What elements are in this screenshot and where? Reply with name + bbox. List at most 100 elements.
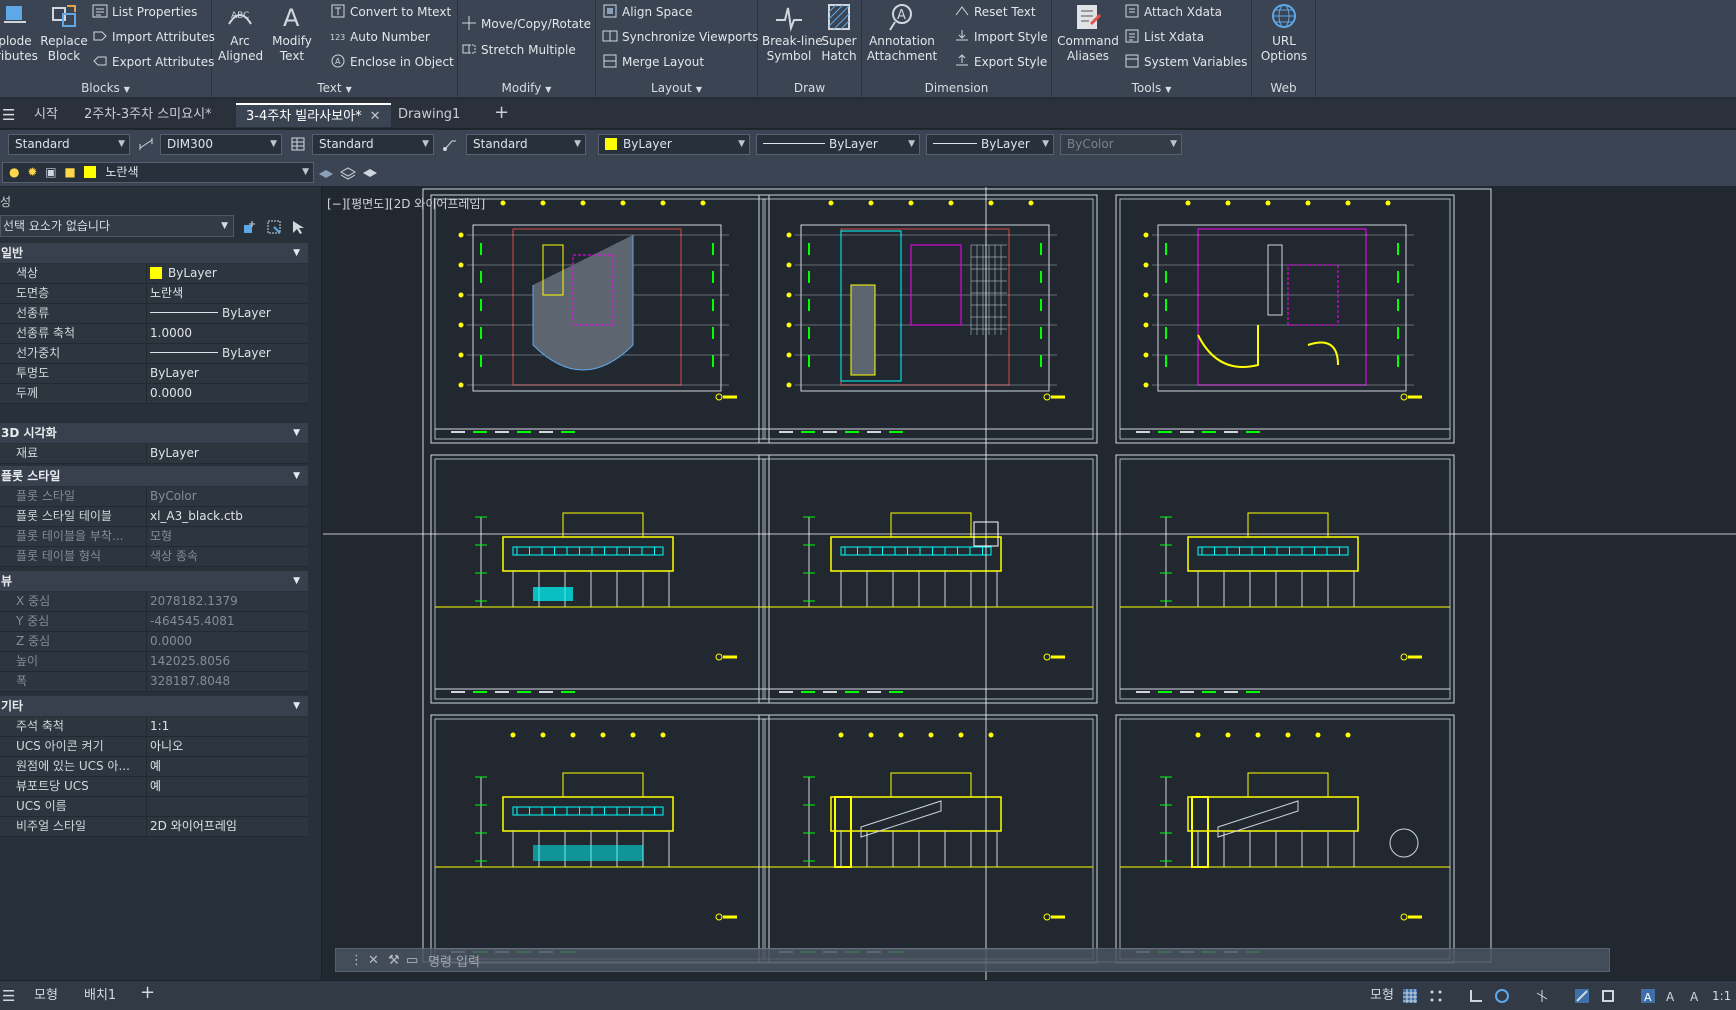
property-value-cell[interactable]: 0.0000 [150,384,192,403]
url-options-button[interactable]: URL Options [1256,2,1312,64]
close-icon[interactable]: ✕ [368,953,379,968]
property-row[interactable]: UCS 이름 [0,797,308,817]
property-row[interactable]: 뷰포트당 UCS 예 [0,777,308,797]
panel-title-modify[interactable]: Modify ▼ [458,81,595,95]
arc-aligned-button[interactable]: ABC Arc Aligned [218,2,263,64]
sync-viewports-button[interactable]: Synchronize Viewports [602,27,758,47]
layout-tab-model[interactable]: 모형 [34,986,58,1006]
list-properties-button[interactable]: List Properties [92,2,197,22]
make-current-layer-icon[interactable] [318,164,334,180]
property-row[interactable]: 선가중치 ByLayer [0,344,308,364]
property-row[interactable]: 플롯 스타일 테이블 xl_A3_black.ctb [0,507,308,527]
property-row[interactable]: 폭 328187.8048 [0,672,308,692]
property-row[interactable]: 두께 0.0000 [0,384,308,404]
panel-title-layout[interactable]: Layout ▼ [596,81,757,95]
close-icon[interactable]: ✕ [370,109,381,124]
property-row[interactable]: 주석 축척 1:1 [0,717,308,737]
category-plot-style[interactable]: 플롯 스타일 ▼ [0,466,308,486]
snap-icon[interactable] [1428,988,1444,1004]
property-row[interactable]: UCS 아이콘 켜기 아니오 [0,737,308,757]
move-copy-rotate-button[interactable]: Move/Copy/Rotate [461,14,591,34]
align-space-button[interactable]: Align Space [602,2,692,22]
property-value-cell[interactable]: 2D 와이어프레임 [150,817,237,836]
text-style-select[interactable]: Standard ▼ [8,134,130,155]
property-value-cell[interactable]: 아니오 [150,737,183,756]
grid-icon[interactable] [1402,988,1418,1004]
reset-text-button[interactable]: Reset Text [954,2,1036,22]
system-variables-button[interactable]: System Variables [1124,52,1247,72]
annotation-visibility-icon[interactable]: A [1640,988,1656,1004]
panel-title-text[interactable]: Text ▼ [212,81,457,95]
layout-tab-layout1[interactable]: 배치1 [84,986,116,1006]
recent-commands-icon[interactable]: ▭ [406,953,418,968]
tab-sumiyoshi[interactable]: 2주차-3주차 스미요시* [74,103,222,127]
category-view[interactable]: 뷰 ▼ [0,571,308,591]
property-row[interactable]: Y 중심 -464545.4081 [0,612,308,632]
property-value-cell[interactable]: ByLayer [150,344,271,363]
super-hatch-button[interactable]: Super Hatch [818,2,860,64]
lineweight-select[interactable]: ByLayer ▼ [926,134,1054,155]
list-xdata-button[interactable]: List Xdata [1124,27,1204,47]
convert-mtext-button[interactable]: Convert to Mtext [330,2,451,22]
enclose-object-button[interactable]: A Enclose in Object [330,52,454,72]
menu-icon[interactable]: ☰ [2,986,15,1006]
property-value-cell[interactable]: ByLayer [150,264,217,283]
attach-xdata-button[interactable]: Attach Xdata [1124,2,1222,22]
property-value-cell[interactable]: 1:1 [150,717,169,736]
tab-drawing1[interactable]: Drawing1 [388,103,470,127]
new-tab-button[interactable]: + [484,101,519,125]
wrench-icon[interactable]: ⚒ [388,953,400,968]
color-select[interactable]: ByLayer ▼ [598,134,750,155]
command-aliases-button[interactable]: Command Aliases [1056,2,1120,64]
property-value-cell[interactable]: xl_A3_black.ctb [150,507,243,526]
toggle-pickadd-icon[interactable] [242,219,258,235]
property-value-cell[interactable]: 색상 종속 [150,547,198,566]
import-style-button[interactable]: Import Style [954,27,1048,47]
property-row[interactable]: X 중심 2078182.1379 [0,592,308,612]
property-value-cell[interactable]: 0.0000 [150,632,192,651]
property-value-cell[interactable]: -464545.4081 [150,612,235,631]
import-attributes-button[interactable]: Import Attributes [92,27,215,47]
match-layer-icon[interactable] [340,164,356,180]
previous-layer-icon[interactable] [362,164,378,180]
property-row[interactable]: 플롯 스타일 ByColor [0,487,308,507]
polar-tracking-icon[interactable] [1494,988,1510,1004]
auto-scale-icon[interactable]: A [1664,988,1680,1004]
property-row[interactable]: 높이 142025.8056 [0,652,308,672]
ortho-icon[interactable] [1468,988,1484,1004]
breakline-symbol-button[interactable]: Break-line Symbol [762,2,823,64]
property-value-cell[interactable]: 예 [150,757,161,776]
property-value-cell[interactable]: 예 [150,777,161,796]
panel-title-blocks[interactable]: Blocks ▼ [0,81,211,95]
property-row[interactable]: 플롯 테이블을 부착... 모형 [0,527,308,547]
object-snap-icon[interactable] [1600,988,1616,1004]
property-value-cell[interactable]: ByLayer [150,364,199,383]
linetype-select[interactable]: ByLayer ▼ [756,134,920,155]
explode-attributes-button[interactable]: plode ributes [0,2,38,64]
selection-select[interactable]: 선택 요소가 없습니다 ▼ [0,215,234,237]
dimension-style-select[interactable]: DIM300 ▼ [160,134,282,155]
object-snap-tracking-icon[interactable] [1574,988,1590,1004]
property-row[interactable]: 비주얼 스타일 2D 와이어프레임 [0,817,308,837]
drawing-canvas[interactable]: [−][평면도][2D 와이어프레임] [323,187,1736,980]
property-row[interactable]: 재료 ByLayer [0,444,308,464]
property-value-cell[interactable]: ByColor [150,487,197,506]
property-value-cell[interactable]: 142025.8056 [150,652,230,671]
property-row[interactable]: 원점에 있는 UCS 아... 예 [0,757,308,777]
property-row[interactable]: Z 중심 0.0000 [0,632,308,652]
category-3d-visualization[interactable]: 3D 시각화 ▼ [0,423,308,443]
model-space-button[interactable]: 모형 [1370,986,1394,1006]
multileader-style-select[interactable]: Standard ▼ [466,134,586,155]
select-objects-icon[interactable] [266,219,282,235]
add-layout-icon[interactable]: + [140,983,155,1003]
property-row[interactable]: 투명도 ByLayer [0,364,308,384]
auto-number-button[interactable]: 123 Auto Number [330,27,430,47]
property-row[interactable]: 색상 ByLayer [0,264,308,284]
command-input[interactable]: 명령 입력 [428,951,480,970]
replace-block-button[interactable]: Replace Block [40,2,88,64]
merge-layout-button[interactable]: Merge Layout [602,52,704,72]
annotation-attachment-button[interactable]: A Annotation Attachment [864,2,940,64]
property-value-cell[interactable]: 328187.8048 [150,672,230,691]
property-row[interactable]: 플롯 테이블 형식 색상 종속 [0,547,308,567]
category-misc[interactable]: 기타 ▼ [0,696,308,716]
